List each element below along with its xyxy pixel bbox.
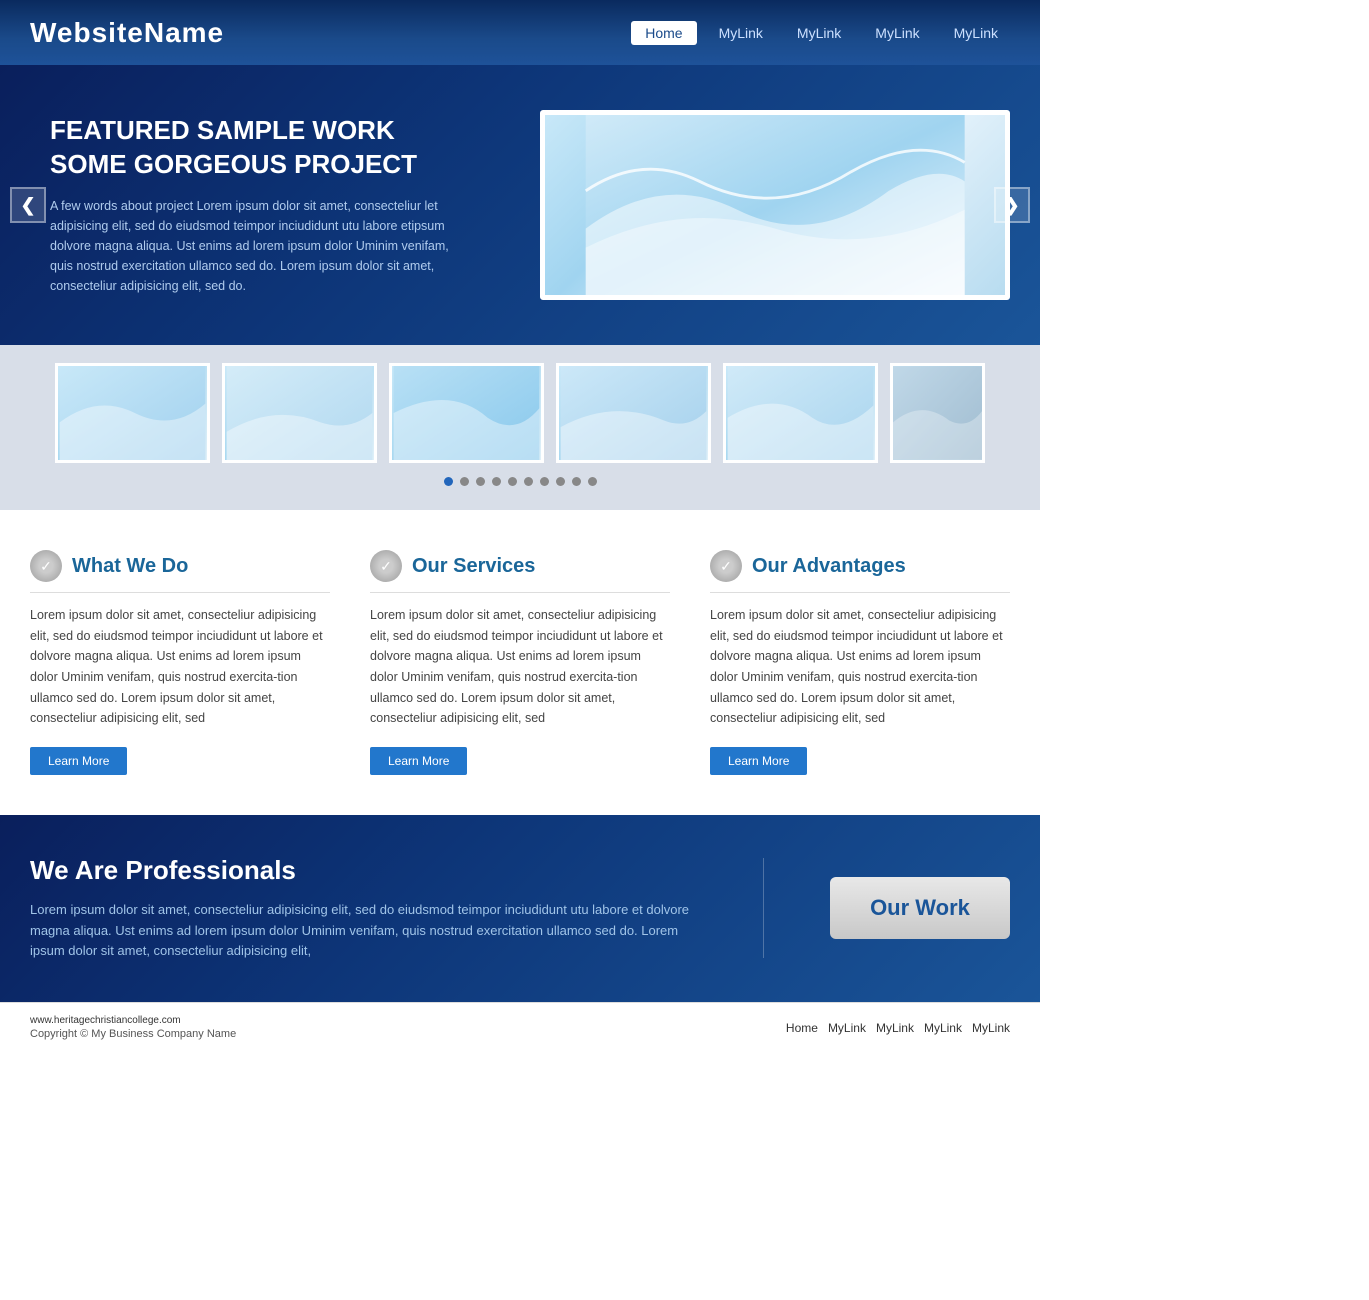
our-services-title: Our Services [412, 555, 535, 578]
dot-9[interactable] [572, 477, 581, 486]
hero-prev-button[interactable]: ❮ [10, 187, 46, 223]
hero-description: A few words about project Lorem ipsum do… [50, 196, 471, 296]
dot-8[interactable] [556, 477, 565, 486]
hero-image [540, 110, 1010, 300]
footer: www.heritagechristiancollege.com Copyrig… [0, 1002, 1040, 1052]
our-services-body: Lorem ipsum dolor sit amet, consecteliur… [370, 605, 670, 729]
footer-nav-link2[interactable]: MyLink [876, 1021, 914, 1035]
footer-url: www.heritagechristiancollege.com [30, 1015, 236, 1026]
what-we-do-icon: ✓ [30, 550, 62, 582]
col-our-services-header: ✓ Our Services [370, 550, 670, 593]
col-what-we-do: ✓ What We Do Lorem ipsum dolor sit amet,… [30, 550, 330, 775]
hero-text: FEATURED SAMPLE WORK SOME GORGEOUS PROJE… [30, 114, 471, 296]
dot-4[interactable] [492, 477, 501, 486]
dot-7[interactable] [540, 477, 549, 486]
our-work-button[interactable]: Our Work [830, 877, 1010, 939]
hero-section: ❮ FEATURED SAMPLE WORK SOME GORGEOUS PRO… [0, 65, 1040, 345]
footer-nav-link4[interactable]: MyLink [972, 1021, 1010, 1035]
nav-link3[interactable]: MyLink [863, 21, 931, 45]
thumbnail-strip [0, 345, 1040, 510]
our-services-learn-more-button[interactable]: Learn More [370, 747, 467, 775]
our-advantages-learn-more-button[interactable]: Learn More [710, 747, 807, 775]
thumbnail-6[interactable] [890, 363, 985, 463]
slideshow-dots [30, 477, 1010, 486]
thumbnail-row [30, 363, 1010, 463]
dot-10[interactable] [588, 477, 597, 486]
what-we-do-title: What We Do [72, 555, 188, 578]
col-our-advantages: ✓ Our Advantages Lorem ipsum dolor sit a… [710, 550, 1010, 775]
site-name: WebsiteName [30, 17, 224, 49]
col-what-we-do-header: ✓ What We Do [30, 550, 330, 593]
what-we-do-learn-more-button[interactable]: Learn More [30, 747, 127, 775]
col-our-services: ✓ Our Services Lorem ipsum dolor sit ame… [370, 550, 670, 775]
thumbnail-2[interactable] [222, 363, 377, 463]
footer-nav-home[interactable]: Home [786, 1021, 818, 1035]
thumbnail-5[interactable] [723, 363, 878, 463]
header: WebsiteName Home MyLink MyLink MyLink My… [0, 0, 1040, 65]
cta-section: We Are Professionals Lorem ipsum dolor s… [0, 815, 1040, 1002]
what-we-do-body: Lorem ipsum dolor sit amet, consecteliur… [30, 605, 330, 729]
cta-description: Lorem ipsum dolor sit amet, consecteliur… [30, 900, 696, 962]
hero-title: FEATURED SAMPLE WORK SOME GORGEOUS PROJE… [50, 114, 471, 182]
nav-home[interactable]: Home [631, 21, 696, 45]
cta-title: We Are Professionals [30, 855, 696, 886]
cta-left: We Are Professionals Lorem ipsum dolor s… [30, 855, 696, 962]
our-advantages-body: Lorem ipsum dolor sit amet, consecteliur… [710, 605, 1010, 729]
footer-nav-link1[interactable]: MyLink [828, 1021, 866, 1035]
three-col-section: ✓ What We Do Lorem ipsum dolor sit amet,… [0, 510, 1040, 815]
footer-nav: Home MyLink MyLink MyLink MyLink [786, 1021, 1010, 1035]
our-advantages-icon: ✓ [710, 550, 742, 582]
col-our-advantages-header: ✓ Our Advantages [710, 550, 1010, 593]
footer-nav-link3[interactable]: MyLink [924, 1021, 962, 1035]
nav-link2[interactable]: MyLink [785, 21, 853, 45]
our-services-icon: ✓ [370, 550, 402, 582]
footer-copyright: Copyright © My Business Company Name [30, 1028, 236, 1040]
hero-next-button[interactable]: ❯ [994, 187, 1030, 223]
nav-link4[interactable]: MyLink [942, 21, 1010, 45]
dot-5[interactable] [508, 477, 517, 486]
our-advantages-title: Our Advantages [752, 555, 906, 578]
cta-divider [763, 858, 764, 958]
thumbnail-1[interactable] [55, 363, 210, 463]
dot-1[interactable] [444, 477, 453, 486]
thumbnail-4[interactable] [556, 363, 711, 463]
dot-6[interactable] [524, 477, 533, 486]
dot-2[interactable] [460, 477, 469, 486]
dot-3[interactable] [476, 477, 485, 486]
thumbnail-3[interactable] [389, 363, 544, 463]
nav-link1[interactable]: MyLink [707, 21, 775, 45]
main-nav: Home MyLink MyLink MyLink MyLink [631, 21, 1010, 45]
footer-left: www.heritagechristiancollege.com Copyrig… [30, 1015, 236, 1040]
